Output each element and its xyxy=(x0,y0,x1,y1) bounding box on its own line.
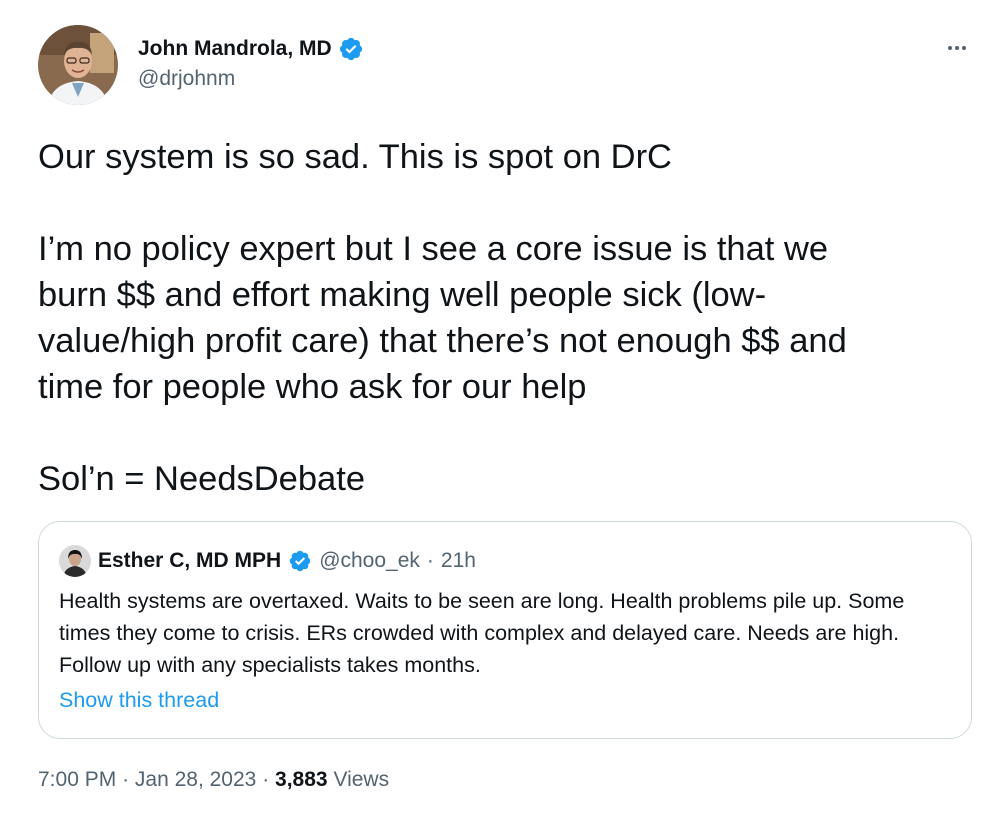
tweet-text: Our system is so sad. This is spot on Dr… xyxy=(38,134,978,502)
verified-badge-icon xyxy=(289,550,311,572)
quoted-handle: @choo_ek xyxy=(319,549,420,572)
author-avatar[interactable] xyxy=(38,25,118,105)
avatar-image xyxy=(38,25,118,105)
author-handle[interactable]: @drjohnm xyxy=(138,67,235,91)
dot xyxy=(948,46,952,50)
separator-dot: · xyxy=(262,768,270,791)
views-label: Views xyxy=(333,768,390,791)
quoted-timestamp: 21h xyxy=(440,549,476,572)
quoted-display-name: Esther C, MD MPH xyxy=(98,549,282,572)
views-count: 3,883 xyxy=(275,768,328,791)
tweet-date[interactable]: Jan 28, 2023 xyxy=(135,768,256,791)
separator-dot: · xyxy=(426,549,434,572)
author-display-name[interactable]: John Mandrola, MD xyxy=(138,37,332,61)
tweet-meta: 7:00 PM · Jan 28, 2023 · 3,883 Views xyxy=(38,768,389,792)
quoted-author-avatar xyxy=(59,545,91,577)
tweet-line-3: Sol’n = NeedsDebate xyxy=(38,460,366,498)
dot xyxy=(955,46,959,50)
author-name-row: John Mandrola, MD xyxy=(138,34,364,64)
tweet-line-1: Our system is so sad. This is spot on Dr… xyxy=(38,138,672,176)
more-options-icon[interactable] xyxy=(942,36,972,60)
quoted-tweet-header: Esther C, MD MPH @choo_ek · 21h xyxy=(59,543,476,579)
tweet-paragraph-2: I’m no policy expert but I see a core is… xyxy=(38,230,847,406)
verified-badge-icon[interactable] xyxy=(338,36,364,62)
dot xyxy=(962,46,966,50)
show-thread-link[interactable]: Show this thread xyxy=(59,688,219,713)
quoted-tweet-card[interactable]: Esther C, MD MPH @choo_ek · 21h Health s… xyxy=(38,521,972,739)
quoted-tweet-text: Health systems are overtaxed. Waits to b… xyxy=(59,589,905,677)
tweet-time[interactable]: 7:00 PM xyxy=(38,768,116,791)
separator-dot: · xyxy=(122,768,130,791)
